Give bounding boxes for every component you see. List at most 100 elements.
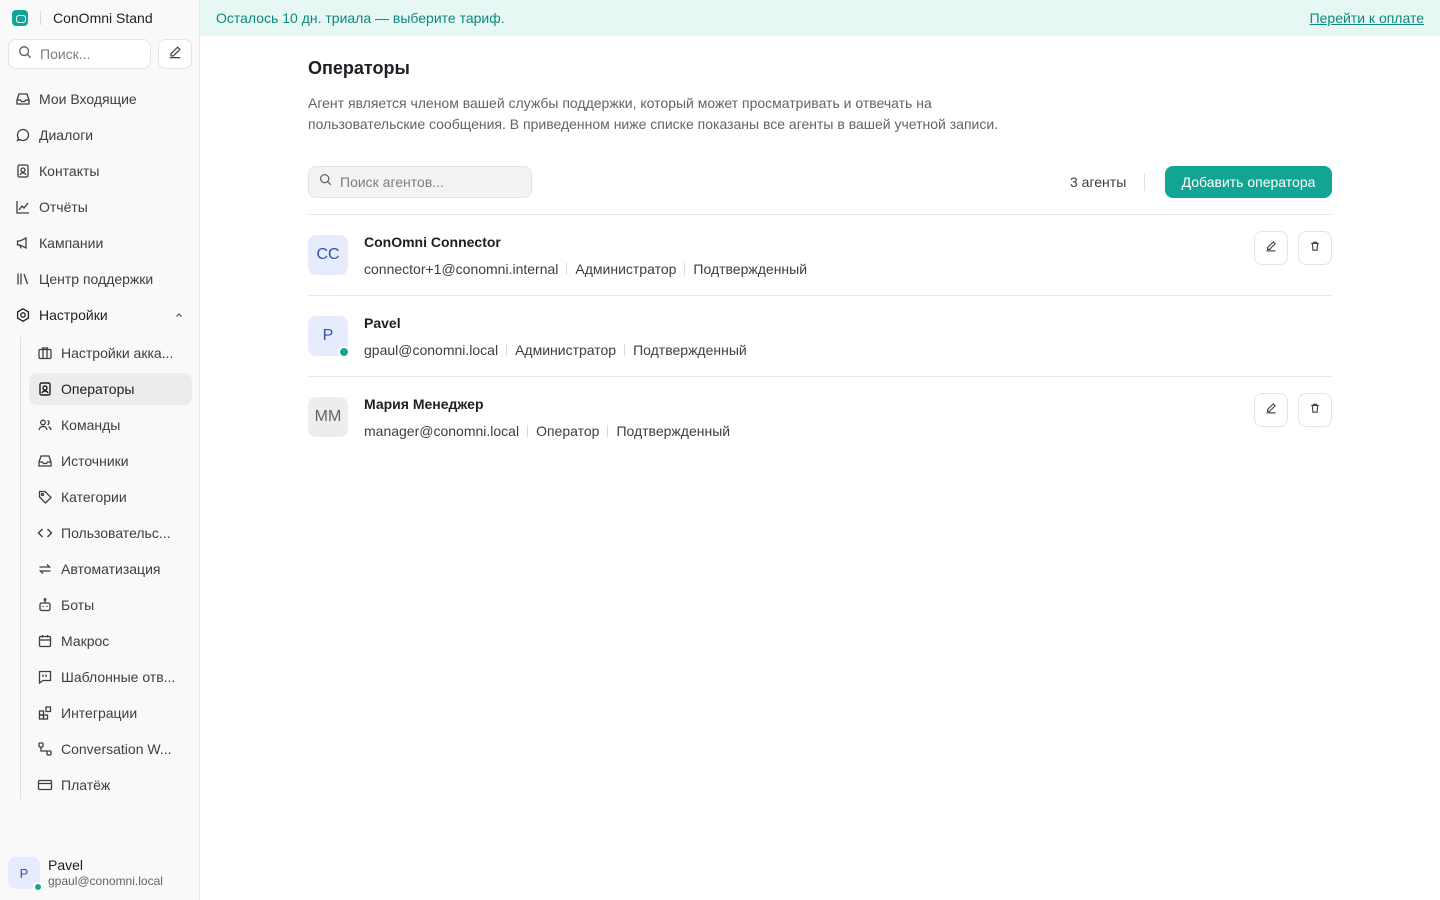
profile-name: Pavel bbox=[48, 857, 84, 873]
megaphone-icon bbox=[15, 235, 31, 251]
avatar: ММ bbox=[308, 397, 348, 437]
library-icon bbox=[15, 271, 31, 287]
compose-button[interactable] bbox=[158, 39, 192, 69]
agent-name: Мария Менеджер bbox=[364, 396, 484, 412]
agent-email: gpaul@conomni.local bbox=[364, 342, 499, 358]
main-nav: Мои Входящие Диалоги Контакты Отчёты Кам… bbox=[8, 83, 192, 335]
agent-row: ММ Мария Менеджер manager@conomni.local … bbox=[308, 376, 1332, 457]
avatar: P bbox=[308, 316, 350, 358]
chat-bubble-icon bbox=[15, 127, 31, 143]
trash-icon bbox=[1309, 239, 1321, 257]
profile-email: gpaul@conomni.local bbox=[48, 874, 163, 888]
pencil-icon bbox=[168, 45, 182, 64]
avatar: P bbox=[8, 857, 43, 892]
page-description: Агент является членом вашей службы подде… bbox=[308, 95, 999, 132]
sidebar-item-label: Контакты bbox=[39, 163, 100, 179]
brand-divider bbox=[40, 11, 41, 25]
sidebar-item-labels[interactable]: Категории bbox=[29, 481, 192, 513]
app-name: ConOmni Stand bbox=[53, 10, 153, 26]
profile-menu[interactable]: P Pavel gpaul@conomni.local bbox=[8, 856, 163, 892]
sidebar-item-inboxes[interactable]: Источники bbox=[29, 445, 192, 477]
sidebar-item-campaigns[interactable]: Кампании bbox=[8, 227, 192, 259]
sidebar-item-label: Центр поддержки bbox=[39, 271, 154, 287]
agent-row: CC ConOmni Connector connector+1@conomni… bbox=[308, 214, 1332, 295]
sidebar-item-label: Мои Входящие bbox=[39, 91, 137, 107]
inbox-icon bbox=[37, 453, 53, 469]
sidebar-item-canned-responses[interactable]: Шаблонные отв... bbox=[29, 661, 192, 693]
agent-role: Оператор bbox=[536, 423, 600, 439]
trial-banner-text: Осталось 10 дн. триала — выберите тариф. bbox=[216, 10, 505, 26]
agent-email: connector+1@conomni.internal bbox=[364, 261, 559, 277]
sidebar-item-account-settings[interactable]: Настройки акка... bbox=[29, 337, 192, 369]
agent-name: ConOmni Connector bbox=[364, 234, 501, 250]
avatar-initials: P bbox=[322, 327, 334, 344]
delete-agent-button[interactable] bbox=[1298, 393, 1332, 427]
sidebar-item-label: Настройки акка... bbox=[61, 345, 174, 361]
brand[interactable]: ConOmni Stand bbox=[12, 9, 153, 27]
avatar: CC bbox=[308, 235, 348, 275]
chevron-up-icon[interactable] bbox=[174, 307, 184, 323]
people-icon bbox=[37, 417, 53, 433]
sidebar-search-input[interactable]: Поиск... bbox=[8, 39, 151, 69]
sidebar-item-label: Отчёты bbox=[39, 199, 88, 215]
sidebar-item-settings[interactable]: Настройки bbox=[8, 299, 192, 331]
avatar-initials: CC bbox=[316, 246, 340, 263]
delete-agent-button[interactable] bbox=[1298, 231, 1332, 265]
sidebar-item-label: Интеграции bbox=[61, 705, 138, 721]
arrows-swap-icon bbox=[37, 561, 53, 577]
search-icon bbox=[18, 45, 32, 64]
go-to-payment-link[interactable]: Перейти к оплате bbox=[1310, 10, 1424, 26]
sidebar-item-inbox[interactable]: Мои Входящие bbox=[8, 83, 192, 115]
sidebar-item-billing[interactable]: Платёж bbox=[29, 769, 192, 801]
sidebar-item-integrations[interactable]: Интеграции bbox=[29, 697, 192, 729]
sidebar-item-macros[interactable]: Макрос bbox=[29, 625, 192, 657]
sidebar-item-conversations[interactable]: Диалоги bbox=[8, 119, 192, 151]
edit-agent-button[interactable] bbox=[1254, 231, 1288, 265]
add-agent-button[interactable]: Добавить оператора bbox=[1165, 166, 1332, 198]
calendar-icon bbox=[37, 633, 53, 649]
sidebar-item-conversation-workflow[interactable]: Conversation W... bbox=[29, 733, 192, 765]
sidebar-item-label: Автоматизация bbox=[61, 561, 161, 577]
sidebar-item-agents[interactable]: Операторы bbox=[29, 373, 192, 405]
sidebar-item-label: Платёж bbox=[61, 777, 111, 793]
line-chart-icon bbox=[15, 199, 31, 215]
quote-bubble-icon bbox=[37, 669, 53, 685]
agent-meta: manager@conomni.local Оператор Подтвержд… bbox=[364, 423, 730, 439]
sidebar-item-bots[interactable]: Боты bbox=[29, 589, 192, 621]
online-status-dot bbox=[338, 346, 350, 358]
sidebar-item-label: Операторы bbox=[61, 381, 135, 397]
sidebar-item-label: Настройки bbox=[39, 307, 108, 323]
workflow-icon bbox=[37, 741, 53, 757]
credit-card-icon bbox=[37, 777, 53, 793]
agent-name: Pavel bbox=[364, 315, 401, 331]
agent-row: P Pavel gpaul@conomni.local Администрато… bbox=[308, 295, 1332, 376]
agent-status: Подтвержденный bbox=[616, 423, 731, 439]
agent-search-input[interactable]: Поиск агентов... bbox=[308, 166, 532, 198]
edit-agent-button[interactable] bbox=[1254, 393, 1288, 427]
sidebar-item-help-center[interactable]: Центр поддержки bbox=[8, 263, 192, 295]
sidebar-item-custom-attributes[interactable]: Пользовательс... bbox=[29, 517, 192, 549]
agent-search-placeholder: Поиск агентов... bbox=[340, 174, 444, 190]
pencil-icon bbox=[1265, 239, 1277, 257]
sidebar-item-contacts[interactable]: Контакты bbox=[8, 155, 192, 187]
sidebar-item-automation[interactable]: Автоматизация bbox=[29, 553, 192, 585]
page-title: Операторы bbox=[308, 58, 410, 78]
sidebar-item-label: Макрос bbox=[61, 633, 110, 649]
sidebar-search-placeholder: Поиск... bbox=[40, 46, 91, 62]
agent-list: CC ConOmni Connector connector+1@conomni… bbox=[308, 214, 1332, 457]
search-icon bbox=[319, 173, 332, 191]
contact-card-icon bbox=[15, 163, 31, 179]
divider bbox=[527, 425, 529, 437]
sidebar-item-teams[interactable]: Команды bbox=[29, 409, 192, 441]
agent-meta: gpaul@conomni.local Администратор Подтве… bbox=[364, 342, 747, 358]
divider bbox=[566, 263, 568, 275]
code-icon bbox=[37, 525, 53, 541]
divider bbox=[684, 263, 686, 275]
sidebar-item-reports[interactable]: Отчёты bbox=[8, 191, 192, 223]
sidebar-item-label: Категории bbox=[61, 489, 127, 505]
divider bbox=[607, 425, 609, 437]
sidebar-item-label: Пользовательс... bbox=[61, 525, 171, 541]
inbox-icon bbox=[15, 91, 31, 107]
agent-role: Администратор bbox=[515, 342, 617, 358]
settings-gear-icon bbox=[15, 307, 31, 323]
